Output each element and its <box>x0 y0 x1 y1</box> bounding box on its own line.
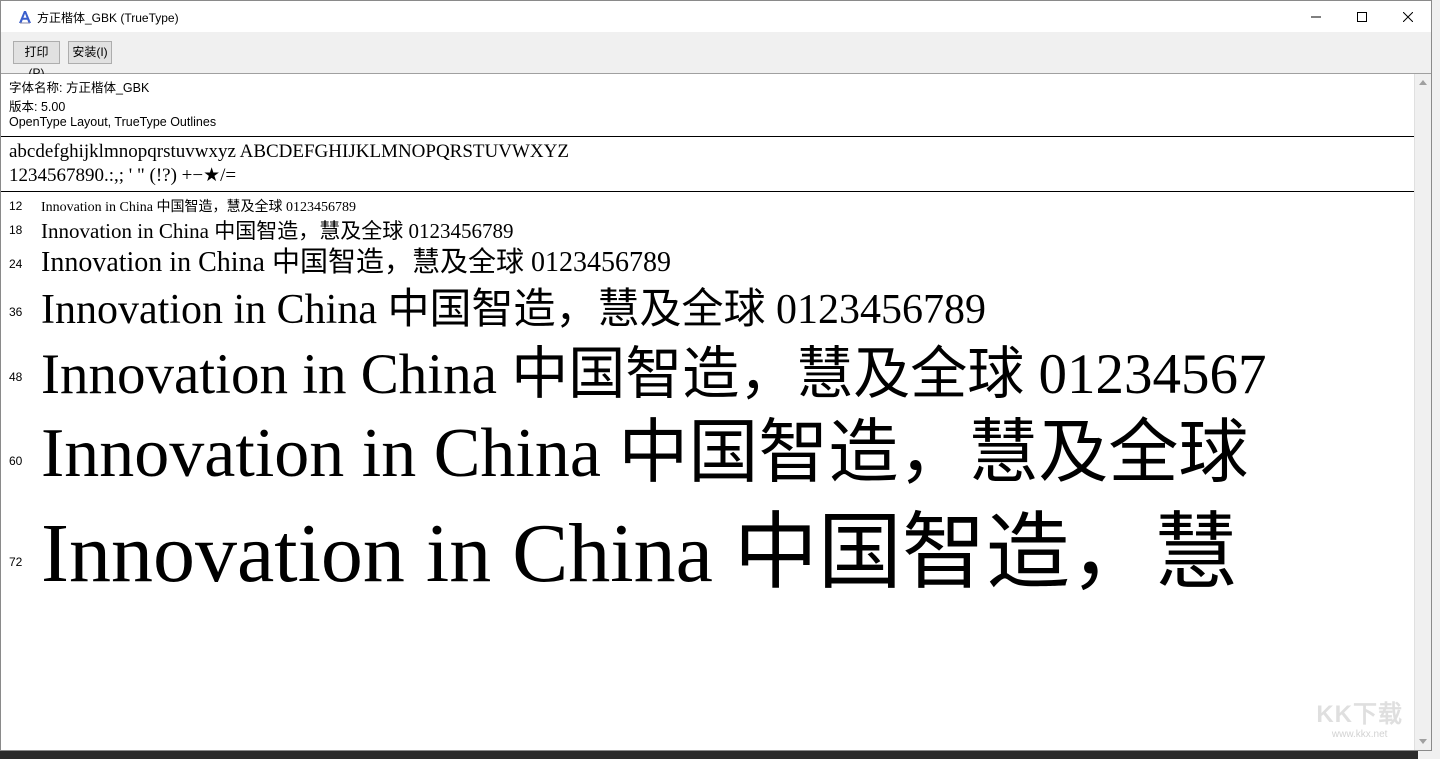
minimize-button[interactable] <box>1293 1 1339 32</box>
watermark-main-text: KK下载 <box>1316 701 1403 728</box>
close-icon <box>1403 11 1413 22</box>
sample-text-24: Innovation in China 中国智造，慧及全球 0123456789 <box>41 247 671 278</box>
toolbar: 打印(P) 安装(I) <box>1 32 1431 80</box>
vertical-scrollbar[interactable] <box>1414 74 1431 750</box>
close-button[interactable] <box>1385 1 1431 32</box>
divider <box>1 136 1415 137</box>
charset-letters: abcdefghijklmnopqrstuvwxyz ABCDEFGHIJKLM… <box>9 141 569 162</box>
sample-size-label: 24 <box>9 257 23 271</box>
font-viewer-window: 方正楷体_GBK (TrueType) 打印(P) 安装(I) 字体名称: 方正… <box>0 0 1432 751</box>
watermark-logo: KK下载 www.kkx.net <box>1316 694 1403 740</box>
sample-text-36: Innovation in China 中国智造，慧及全球 0123456789 <box>41 287 986 333</box>
font-name-line: 字体名称: 方正楷体_GBK <box>9 81 150 95</box>
watermark-url-text: www.kkx.net <box>1331 729 1388 740</box>
maximize-icon <box>1357 11 1367 22</box>
sample-size-label: 12 <box>9 199 23 213</box>
divider <box>1 191 1415 192</box>
charset-digits-symbols: 1234567890.:,; ' " (!?) +−★/= <box>9 165 237 186</box>
title-bar[interactable]: 方正楷体_GBK (TrueType) <box>1 1 1431 32</box>
sample-size-label: 18 <box>9 223 23 237</box>
sample-size-label: 60 <box>9 454 23 468</box>
sample-text-60: Innovation in China 中国智造，慧及全球 <box>41 415 1249 492</box>
font-preview-area: 字体名称: 方正楷体_GBK 版本: 5.00 OpenType Layout,… <box>1 74 1415 750</box>
minimize-icon <box>1311 16 1321 17</box>
maximize-button[interactable] <box>1339 1 1385 32</box>
window-title: 方正楷体_GBK (TrueType) <box>37 11 179 25</box>
install-button[interactable]: 安装(I) <box>68 41 112 64</box>
sample-size-label: 36 <box>9 305 23 319</box>
sample-text-12: Innovation in China 中国智造，慧及全球 0123456789 <box>41 200 356 215</box>
chevron-up-icon <box>1419 80 1427 85</box>
sample-size-label: 72 <box>9 555 23 569</box>
print-button[interactable]: 打印(P) <box>13 41 60 80</box>
sample-size-label: 48 <box>9 370 23 384</box>
font-type-line: OpenType Layout, TrueType Outlines <box>9 115 217 129</box>
font-version-line: 版本: 5.00 <box>9 100 66 114</box>
sample-text-72: Innovation in China 中国智造，慧 <box>41 507 1238 600</box>
font-app-icon <box>17 9 33 25</box>
scroll-up-button[interactable] <box>1415 74 1431 91</box>
chevron-down-icon <box>1419 739 1427 744</box>
scroll-down-button[interactable] <box>1415 733 1431 750</box>
